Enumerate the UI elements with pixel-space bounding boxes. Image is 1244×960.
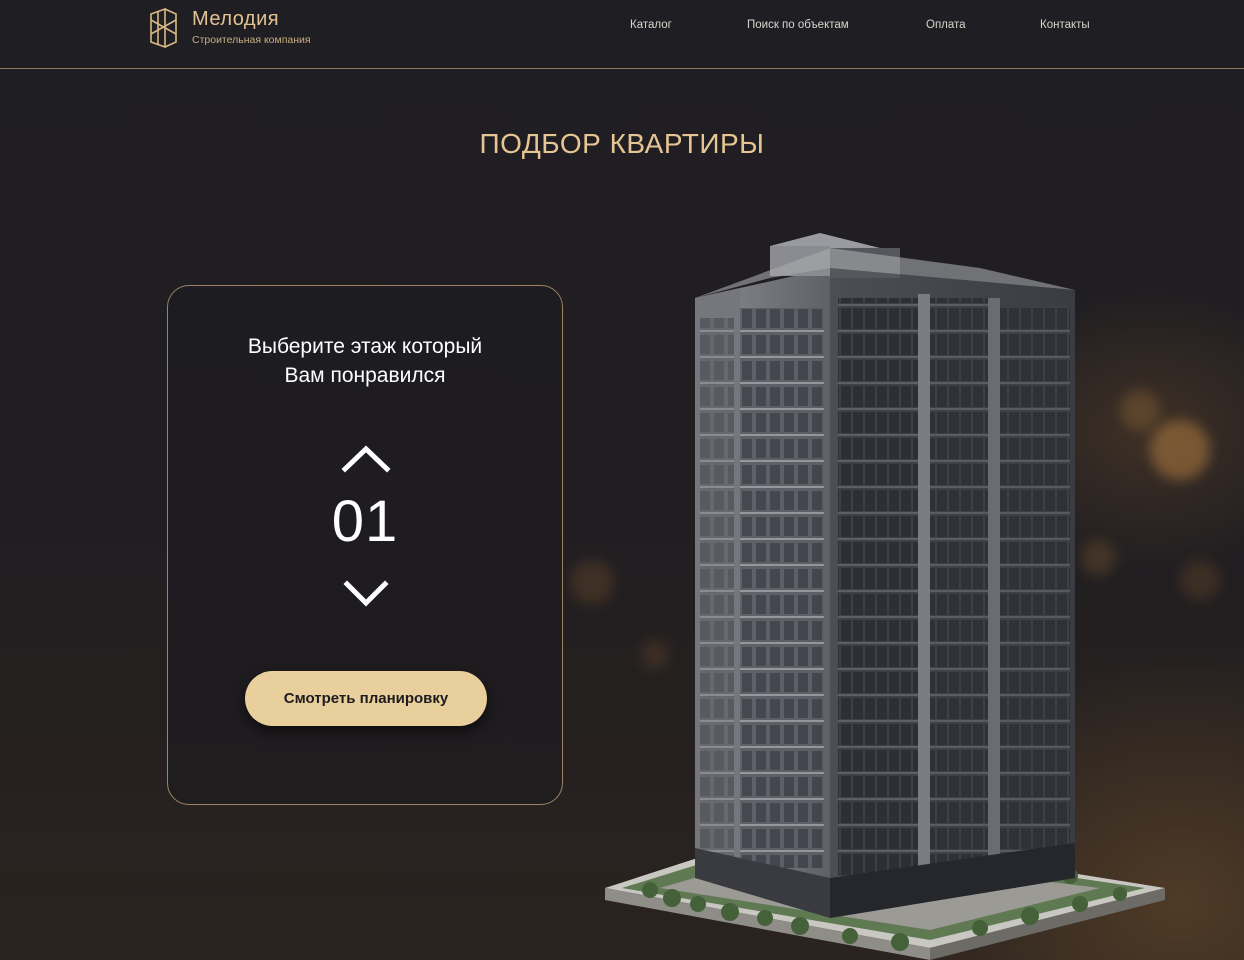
building-render <box>605 233 1165 960</box>
floor-prompt-line-2: Вам понравился <box>284 364 446 387</box>
floor-up-button[interactable] <box>336 438 396 478</box>
nav-contacts[interactable]: Контакты <box>1040 19 1090 31</box>
floor-down-button[interactable] <box>336 575 396 615</box>
floor-number: 01 <box>331 489 399 554</box>
nav-catalog[interactable]: Каталог <box>630 19 672 31</box>
chevron-down-icon <box>343 580 389 607</box>
main-nav: Каталог Поиск по объектам Оплата Контакт… <box>0 19 1244 35</box>
chevron-up-icon <box>341 445 391 473</box>
view-layout-button[interactable]: Смотреть планировку <box>245 671 487 726</box>
nav-object-search[interactable]: Поиск по объектам <box>747 19 849 31</box>
brand-tagline: Строительная компания <box>192 34 311 46</box>
floor-prompt: Выберите этаж который Вам понравился <box>168 332 562 390</box>
nav-payment[interactable]: Оплата <box>926 19 966 31</box>
bokeh-light <box>1180 560 1220 600</box>
site-header: Мелодия Строительная компания Каталог По… <box>0 0 1244 69</box>
page-title: ПОДБОР КВАРТИРЫ <box>479 128 765 159</box>
floor-prompt-line-1: Выберите этаж который <box>247 335 483 358</box>
floor-picker-panel: Выберите этаж который Вам понравился 01 … <box>167 285 563 805</box>
